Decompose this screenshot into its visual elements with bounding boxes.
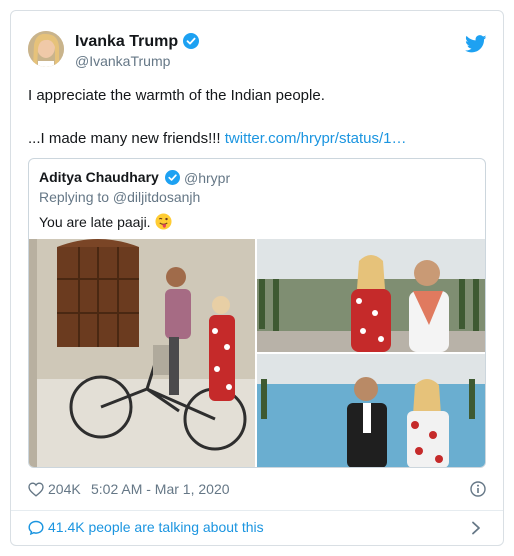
- winking-tongue-emoji: [155, 213, 172, 230]
- chevron-right-icon[interactable]: [471, 521, 481, 535]
- quoted-author-name: Aditya Chaudhary: [39, 169, 159, 185]
- speech-bubble-icon[interactable]: [28, 520, 44, 535]
- tweet-text-prefix: ...I made many new friends!!!: [28, 130, 225, 147]
- verified-badge-icon: [183, 33, 199, 49]
- author-name[interactable]: Ivanka Trump: [75, 33, 178, 51]
- tweet-link[interactable]: twitter.com/hrypr/status/1…: [225, 130, 407, 147]
- divider: [11, 510, 503, 511]
- photo-taj-mahal-1[interactable]: [257, 239, 485, 352]
- twitter-bird-icon[interactable]: [465, 35, 487, 53]
- heart-icon[interactable]: [28, 482, 44, 497]
- verified-badge-icon: [165, 170, 180, 185]
- quoted-photo-grid[interactable]: [29, 239, 485, 468]
- quoted-tweet[interactable]: Aditya Chaudhary @hrypr Replying to @dil…: [28, 158, 486, 468]
- tweet-text-line1: I appreciate the warmth of the Indian pe…: [28, 87, 325, 104]
- quoted-text: You are late paaji.: [39, 213, 172, 230]
- replying-to: Replying to @diljitdosanjh: [39, 189, 201, 205]
- like-count[interactable]: 204K: [48, 481, 81, 497]
- talking-about-link[interactable]: 41.4K people are talking about this: [48, 519, 264, 535]
- photo-bicycle[interactable]: [29, 239, 255, 468]
- author-handle[interactable]: @IvankaTrump: [75, 53, 170, 69]
- tweet-timestamp[interactable]: 5:02 AM - Mar 1, 2020: [91, 481, 230, 497]
- tweet-card: Ivanka Trump @IvankaTrump I appreciate t…: [10, 10, 504, 546]
- quoted-author-handle: @hrypr: [184, 170, 231, 186]
- info-icon[interactable]: [470, 481, 486, 497]
- author-avatar[interactable]: [28, 31, 64, 67]
- tweet-text-line2: ...I made many new friends!!! twitter.co…: [28, 130, 407, 147]
- photo-taj-mahal-2[interactable]: [257, 354, 485, 468]
- quoted-text-body: You are late paaji.: [39, 214, 151, 230]
